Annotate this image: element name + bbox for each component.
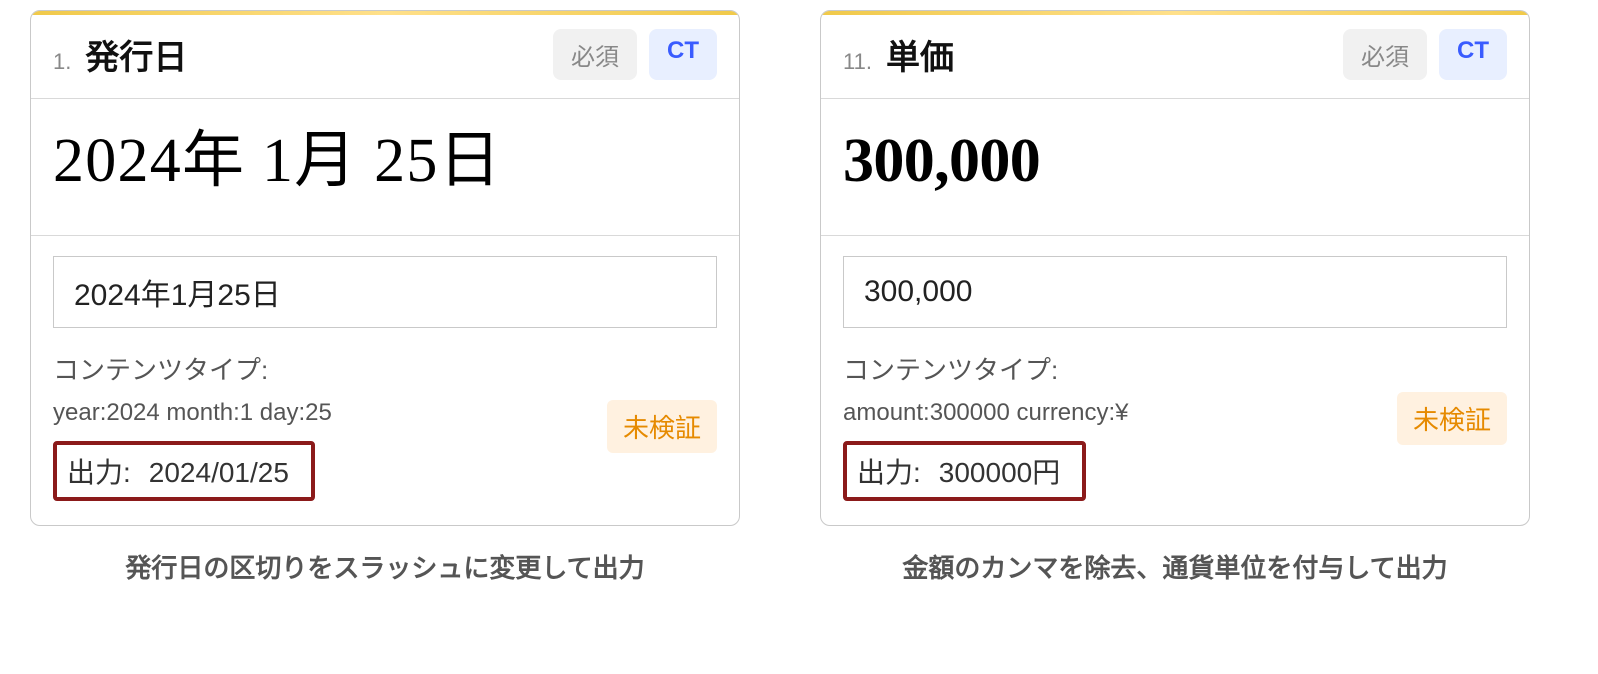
content-type-label: コンテンツタイプ:	[53, 350, 717, 387]
card-unit-price: 11. 単価 必須 CT 300,000 コンテンツタイプ: amount:30…	[820, 10, 1530, 526]
badge-ct[interactable]: CT	[1439, 29, 1507, 80]
card-body: 300,000 コンテンツタイプ: amount:300000 currency…	[821, 99, 1529, 525]
output-label: 出力:	[857, 451, 921, 491]
output-row: 出力: 300000円	[843, 441, 1086, 501]
card-caption: 発行日の区切りをスラッシュに変更して出力	[125, 548, 644, 585]
card-header: 11. 単価 必須 CT	[821, 11, 1529, 99]
status-badge: 未検証	[1397, 392, 1507, 445]
card-title-wrap: 11. 単価	[843, 30, 954, 79]
output-value: 300000円	[939, 451, 1060, 491]
extracted-value: 2024年 1月 25日	[31, 99, 739, 236]
card-number: 11.	[843, 49, 872, 75]
card-wrapper-unit-price: 11. 単価 必須 CT 300,000 コンテンツタイプ: amount:30…	[820, 10, 1530, 585]
badge-required: 必須	[553, 29, 637, 80]
badges: 必須 CT	[553, 29, 717, 80]
card-issue-date: 1. 発行日 必須 CT 2024年 1月 25日 コンテンツタイプ: year…	[30, 10, 740, 526]
badge-ct[interactable]: CT	[649, 29, 717, 80]
card-lower: コンテンツタイプ: year:2024 month:1 day:25 未検証 出…	[31, 236, 739, 525]
output-row: 出力: 2024/01/25	[53, 441, 315, 501]
card-lower: コンテンツタイプ: amount:300000 currency:¥ 未検証 出…	[821, 236, 1529, 525]
value-input[interactable]	[843, 256, 1507, 328]
card-body: 2024年 1月 25日 コンテンツタイプ: year:2024 month:1…	[31, 99, 739, 525]
status-badge: 未検証	[607, 400, 717, 453]
card-number: 1.	[53, 49, 71, 75]
extracted-value: 300,000	[821, 99, 1529, 236]
output-value: 2024/01/25	[149, 457, 289, 489]
output-label: 出力:	[67, 451, 131, 491]
content-type-label: コンテンツタイプ:	[843, 350, 1507, 387]
card-header: 1. 発行日 必須 CT	[31, 11, 739, 99]
card-title: 発行日	[85, 30, 187, 79]
badge-required: 必須	[1343, 29, 1427, 80]
card-wrapper-issue-date: 1. 発行日 必須 CT 2024年 1月 25日 コンテンツタイプ: year…	[30, 10, 740, 585]
card-caption: 金額のカンマを除去、通貨単位を付与して出力	[902, 548, 1447, 585]
badges: 必須 CT	[1343, 29, 1507, 80]
card-title-wrap: 1. 発行日	[53, 30, 187, 79]
value-input[interactable]	[53, 256, 717, 328]
card-title: 単価	[886, 30, 954, 79]
